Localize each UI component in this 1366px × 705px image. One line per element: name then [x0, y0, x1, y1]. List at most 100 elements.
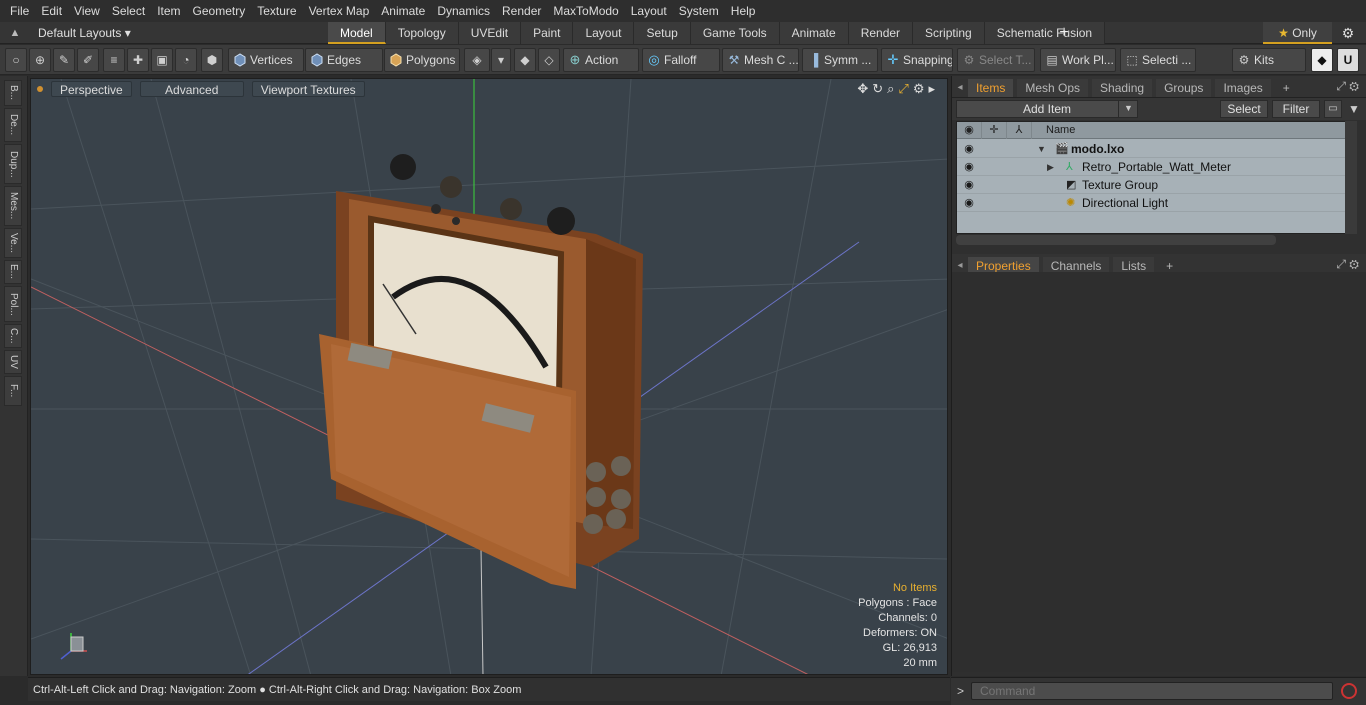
unity-icon[interactable]: ◆ — [1311, 48, 1333, 72]
maximize-icon[interactable]: ⤢ — [898, 81, 908, 97]
action-button[interactable]: ⊕ Action — [563, 48, 639, 72]
tab-setup[interactable]: Setup — [634, 22, 691, 44]
add-layout-tab-button[interactable]: + — [1055, 22, 1073, 44]
viewport-gear-icon[interactable]: ⚙ — [913, 81, 925, 97]
symmetry-button[interactable]: ▐ Symm ... — [802, 48, 878, 72]
menu-vertex-map[interactable]: Vertex Map — [303, 0, 376, 22]
vtab-vertex[interactable]: Ve... — [4, 228, 22, 258]
menu-geometry[interactable]: Geometry — [187, 0, 252, 22]
polygons-button[interactable]: Polygons — [384, 48, 460, 72]
item-list-hscrollbar[interactable] — [956, 235, 1276, 245]
list-item[interactable]: ◉ ▶ ⅄ Retro_Portable_Watt_Meter — [957, 158, 1348, 176]
tab-scripting[interactable]: Scripting — [913, 22, 985, 44]
tab-images[interactable]: Images — [1215, 79, 1271, 97]
visibility-column-icon[interactable]: ◉ — [957, 122, 982, 139]
tab-animate[interactable]: Animate — [779, 22, 849, 44]
vtab-curve[interactable]: C... — [4, 324, 22, 348]
mode-dropdown-icon[interactable]: ▾ — [491, 48, 511, 72]
align-icon[interactable]: ≡ — [103, 48, 125, 72]
add-item-button[interactable]: Add Item — [956, 100, 1138, 118]
layout-select[interactable]: Default Layouts ▾ — [38, 24, 131, 42]
globe-icon[interactable]: ⊕ — [29, 48, 51, 72]
menu-texture[interactable]: Texture — [251, 0, 302, 22]
type-column-icon[interactable]: ⅄ — [1007, 122, 1032, 139]
tab-topology[interactable]: Topology — [385, 22, 459, 44]
list-item[interactable]: ◉ ◩ Texture Group — [957, 176, 1348, 194]
material-icon[interactable]: ◆ — [514, 48, 536, 72]
command-input[interactable] — [971, 682, 1333, 700]
menu-dynamics[interactable]: Dynamics — [431, 0, 496, 22]
eye-icon[interactable]: ◉ — [962, 142, 976, 156]
lock-column-icon[interactable]: ✛ — [982, 122, 1007, 139]
vtab-polygon[interactable]: Pol... — [4, 286, 22, 322]
circle-select-icon[interactable]: ○ — [5, 48, 27, 72]
expand-triangle-icon[interactable]: ▼ — [1037, 140, 1046, 158]
gear-icon[interactable]: ⚙ — [1338, 24, 1358, 42]
tab-game-tools[interactable]: Game Tools — [690, 22, 780, 44]
element-icon[interactable]: ▣ — [151, 48, 173, 72]
advanced-button[interactable]: Advanced — [139, 81, 244, 97]
menu-edit[interactable]: Edit — [35, 0, 68, 22]
tab-items[interactable]: Items — [968, 79, 1014, 97]
filter-button[interactable]: Filter — [1272, 100, 1320, 118]
viewport-textures-button[interactable]: Viewport Textures — [251, 81, 365, 97]
list-item[interactable]: ◉ ▼ 🎬 modo.lxo — [957, 140, 1348, 158]
tab-paint[interactable]: Paint — [521, 22, 574, 44]
item-mode-icon[interactable]: ◈ — [464, 48, 490, 72]
vtab-edge[interactable]: E... — [4, 260, 22, 284]
move-icon[interactable]: ✥ — [857, 81, 868, 97]
menu-file[interactable]: File — [4, 0, 35, 22]
select-button[interactable]: Select — [1220, 100, 1268, 118]
zoom-icon[interactable]: ⌕ — [887, 81, 894, 97]
vtab-duplicate[interactable]: Dup... — [4, 144, 22, 184]
pen-icon[interactable]: ✎ — [53, 48, 75, 72]
menu-render[interactable]: Render — [496, 0, 547, 22]
panel-menu-icon[interactable]: ◂ — [952, 79, 968, 97]
only-button[interactable]: ★ Only — [1263, 22, 1332, 44]
tab-mesh-ops[interactable]: Mesh Ops — [1017, 79, 1089, 97]
vtab-uv[interactable]: UV — [4, 350, 22, 374]
panel-options-icon[interactable]: ⤢ ⚙ — [1336, 257, 1359, 272]
tab-schematic-fusion[interactable]: Schematic Fusion — [984, 22, 1106, 44]
tab-groups[interactable]: Groups — [1156, 79, 1212, 97]
menu-layout[interactable]: Layout — [625, 0, 673, 22]
brush-icon[interactable]: ✐ — [77, 48, 99, 72]
viewport-menu-dot-icon[interactable] — [37, 86, 43, 92]
tab-layout[interactable]: Layout — [573, 22, 635, 44]
mesh-constraints-button[interactable]: ⚒ Mesh C ... — [722, 48, 799, 72]
menu-animate[interactable]: Animate — [375, 0, 431, 22]
shield-icon[interactable]: ⬢ — [201, 48, 223, 72]
perspective-button[interactable]: Perspective — [51, 81, 132, 97]
eye-icon[interactable]: ◉ — [962, 178, 976, 192]
material2-icon[interactable]: ◇ — [538, 48, 560, 72]
rotate-icon[interactable]: ↻ — [872, 81, 883, 97]
vtab-basic[interactable]: B... — [4, 80, 22, 106]
snapping-button[interactable]: ✛ Snapping — [881, 48, 953, 72]
collapse-triangle-icon[interactable]: ▶ — [1047, 158, 1054, 176]
vtab-mesh[interactable]: Mes... — [4, 186, 22, 226]
funnel-icon[interactable]: ▼ — [1345, 100, 1363, 118]
add-item-dropdown-icon[interactable]: ▼ — [1118, 100, 1138, 118]
list-item[interactable]: ◉ ✺ Directional Light — [957, 194, 1348, 212]
add-tab-icon[interactable]: + — [1275, 79, 1298, 97]
eye-icon[interactable]: ◉ — [962, 160, 976, 174]
record-icon[interactable] — [1341, 683, 1357, 699]
menu-maxtomodo[interactable]: MaxToModo — [547, 0, 624, 22]
name-column-header[interactable]: Name — [1046, 122, 1075, 139]
falloff-button[interactable]: ◎ Falloff — [642, 48, 720, 72]
select-through-button[interactable]: ⚙ Select T... — [957, 48, 1035, 72]
menu-system[interactable]: System — [673, 0, 725, 22]
menu-view[interactable]: View — [68, 0, 106, 22]
eye-icon[interactable]: ◉ — [962, 196, 976, 210]
edges-button[interactable]: Edges — [305, 48, 383, 72]
menu-help[interactable]: Help — [725, 0, 762, 22]
timer-icon[interactable]: ◔ — [175, 48, 197, 72]
menu-select[interactable]: Select — [106, 0, 151, 22]
panel-options-icon[interactable]: ⤢ ⚙ — [1336, 79, 1359, 94]
viewport-arrow-icon[interactable]: ▸ — [928, 81, 935, 97]
selection-sets-button[interactable]: ⬚ Selecti ... — [1120, 48, 1196, 72]
3d-viewport[interactable]: Perspective Advanced Viewport Textures ✥… — [30, 78, 948, 675]
menu-item[interactable]: Item — [151, 0, 186, 22]
kits-button[interactable]: ⚙ Kits — [1232, 48, 1306, 72]
vtab-deform[interactable]: De... — [4, 108, 22, 142]
